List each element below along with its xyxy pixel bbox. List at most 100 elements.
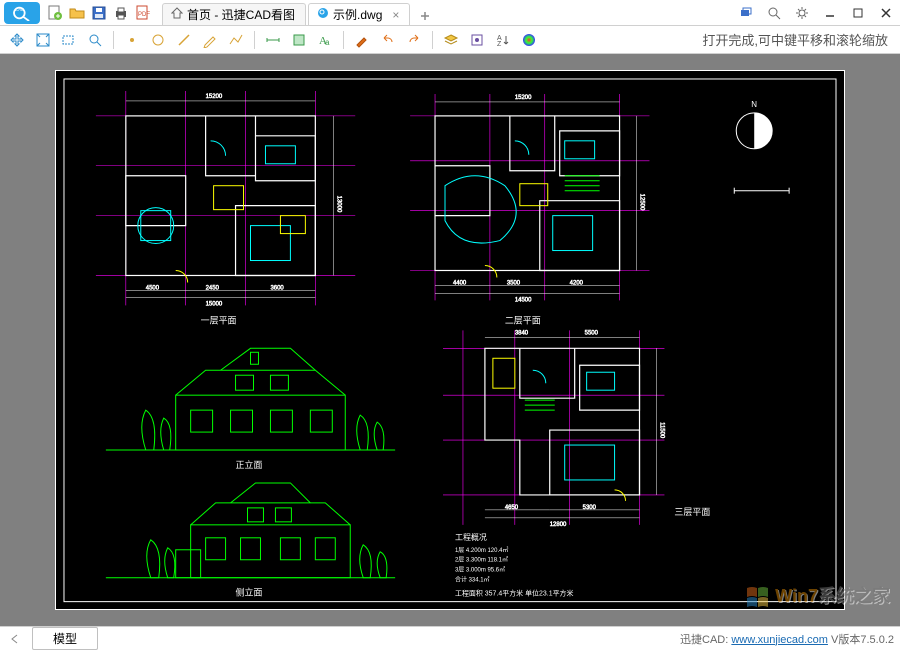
area-icon[interactable] (288, 29, 310, 51)
pan-icon[interactable] (6, 29, 28, 51)
cad-drawing: 15000 4500 2450 3600 13000 15200 一层平面 (56, 71, 844, 610)
tab-scroll-left-icon[interactable] (6, 630, 24, 648)
dwg-icon (317, 7, 329, 22)
tab-active-file[interactable]: 示例.dwg × (308, 3, 410, 25)
svg-text:3600: 3600 (270, 285, 284, 291)
markup-pen-icon[interactable] (351, 29, 373, 51)
export-pdf-icon[interactable]: PDF (134, 4, 152, 22)
home-icon (171, 7, 183, 22)
svg-text:15000: 15000 (206, 301, 223, 307)
layers-icon[interactable] (736, 4, 756, 22)
svg-text:2450: 2450 (206, 285, 220, 291)
svg-text:4650: 4650 (505, 505, 519, 511)
toolbar-separator (113, 31, 114, 49)
zoom-extents-icon[interactable] (32, 29, 54, 51)
north-arrow: N (736, 100, 772, 149)
save-icon[interactable] (90, 4, 108, 22)
svg-text:合计 334.1㎡: 合计 334.1㎡ (455, 576, 490, 584)
bottombar: 模型 迅捷CAD: www.xunjiecad.com V版本7.5.0.2 (0, 626, 900, 650)
polyline-icon[interactable] (225, 29, 247, 51)
undo-icon[interactable] (377, 29, 399, 51)
svg-text:5300: 5300 (583, 505, 597, 511)
drawing-sheet[interactable]: 15000 4500 2450 3600 13000 15200 一层平面 (55, 70, 845, 610)
point-icon[interactable] (121, 29, 143, 51)
tab-home-label: 首页 - 迅捷CAD看图 (187, 6, 295, 23)
layers-tool-icon[interactable] (440, 29, 462, 51)
floor-plan-1: 15000 4500 2450 3600 13000 15200 一层平面 (96, 91, 355, 325)
tab-add-icon[interactable] (416, 7, 434, 25)
open-folder-icon[interactable] (68, 4, 86, 22)
color-mode-icon[interactable] (518, 29, 540, 51)
svg-text:3500: 3500 (507, 280, 521, 286)
dimension-icon[interactable] (262, 29, 284, 51)
svg-text:3层 3.000m 95.6㎡: 3层 3.000m 95.6㎡ (455, 566, 505, 574)
toolbar-separator (432, 31, 433, 49)
gear-icon[interactable] (792, 4, 812, 22)
svg-text:15200: 15200 (206, 94, 223, 100)
status-version: V版本7.5.0.2 (831, 634, 894, 646)
toolbar-hint: 打开完成,可中键平移和滚轮缩放 (702, 30, 894, 49)
svg-text:a: a (325, 38, 330, 47)
line-tool-icon[interactable] (173, 29, 195, 51)
svg-text:PDF: PDF (138, 12, 150, 18)
quick-access-toolbar: PDF (46, 4, 152, 22)
svg-text:3840: 3840 (515, 330, 529, 336)
svg-text:工程面积 357.4平方米 单位23.1平方米: 工程面积 357.4平方米 单位23.1平方米 (455, 589, 574, 598)
floor-plan-2: 14500 4400 3500 4200 12500 15200 二层平面 (410, 94, 649, 325)
elevation-front: 正立面 (106, 348, 395, 470)
svg-text:三层平面: 三层平面 (674, 507, 710, 517)
tabbar: 首页 - 迅捷CAD看图 示例.dwg × (162, 0, 736, 25)
sort-icon[interactable]: AZ (492, 29, 514, 51)
elevation-side: 侧立面 (106, 483, 395, 598)
text-icon[interactable]: Aa (314, 29, 336, 51)
status-brand: 迅捷CAD: (680, 634, 728, 646)
floor-plan-3: 12800 4650 5300 11500 3840 5500 三层平面 (443, 330, 710, 528)
svg-text:11500: 11500 (658, 422, 664, 439)
svg-text:二层平面: 二层平面 (505, 315, 541, 325)
svg-text:13000: 13000 (335, 196, 341, 213)
svg-text:侧立面: 侧立面 (236, 587, 263, 598)
tab-close-icon[interactable]: × (392, 8, 399, 22)
redo-icon[interactable] (403, 29, 425, 51)
svg-text:4400: 4400 (453, 280, 467, 286)
app-logo: CAD (4, 2, 40, 24)
svg-text:CAD: CAD (15, 7, 24, 12)
maximize-button[interactable] (848, 4, 868, 22)
zoom-window-icon[interactable] (58, 29, 80, 51)
circle-tool-icon[interactable] (147, 29, 169, 51)
zoom-icon[interactable] (84, 29, 106, 51)
new-file-icon[interactable] (46, 4, 64, 22)
svg-text:4500: 4500 (146, 285, 160, 291)
toolbar: Aa AZ 打开完成,可中键平移和滚轮缩放 (0, 26, 900, 54)
drawing-notes: 工程概况 1层 4.200m 120.4㎡ 2层 3.300m 118.1㎡ 3… (455, 532, 574, 598)
window-controls (736, 4, 896, 22)
toolbar-separator (343, 31, 344, 49)
settings-tool-icon[interactable] (466, 29, 488, 51)
svg-text:15200: 15200 (515, 95, 532, 101)
status-link[interactable]: www.xunjiecad.com (731, 634, 828, 646)
svg-text:工程概况: 工程概况 (455, 532, 487, 542)
svg-text:2层 3.300m 118.1㎡: 2层 3.300m 118.1㎡ (455, 556, 508, 564)
search-icon[interactable] (764, 4, 784, 22)
svg-text:正立面: 正立面 (236, 459, 263, 470)
status-right: 迅捷CAD: www.xunjiecad.com V版本7.5.0.2 (680, 631, 894, 647)
svg-text:14500: 14500 (515, 297, 532, 303)
svg-text:N: N (751, 100, 757, 109)
edit-icon[interactable] (199, 29, 221, 51)
canvas-area[interactable]: 15000 4500 2450 3600 13000 15200 一层平面 (0, 54, 900, 626)
svg-text:一层平面: 一层平面 (201, 315, 237, 325)
svg-text:12800: 12800 (550, 522, 567, 528)
minimize-button[interactable] (820, 4, 840, 22)
titlebar: CAD PDF 首页 - 迅捷CAD看图 示例.dwg × (0, 0, 900, 26)
toolbar-separator (254, 31, 255, 49)
svg-text:4200: 4200 (570, 280, 584, 286)
model-tab[interactable]: 模型 (32, 627, 98, 650)
svg-text:12500: 12500 (639, 194, 645, 211)
svg-text:Z: Z (497, 41, 502, 48)
svg-text:5500: 5500 (585, 330, 599, 336)
tab-home[interactable]: 首页 - 迅捷CAD看图 (162, 3, 306, 25)
print-icon[interactable] (112, 4, 130, 22)
tab-active-label: 示例.dwg (333, 6, 382, 23)
close-button[interactable] (876, 4, 896, 22)
svg-text:1层 4.200m 120.4㎡: 1层 4.200m 120.4㎡ (455, 546, 508, 554)
